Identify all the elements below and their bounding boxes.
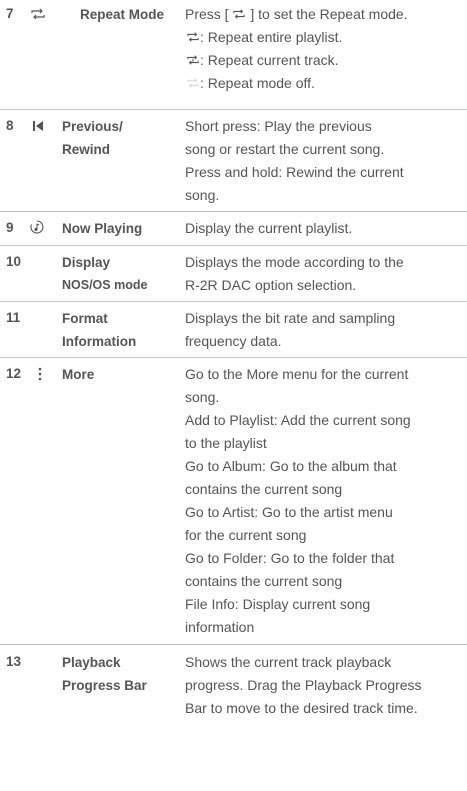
row-description: Displays the mode according to the R-2R … bbox=[185, 254, 404, 293]
row-description: Displays the bit rate and sampling frequ… bbox=[185, 310, 396, 349]
row-name: Playback Progress Bar bbox=[62, 655, 147, 693]
row-name: Repeat Mode bbox=[80, 7, 165, 22]
table-row-12: 12 More Go to the More menu for the curr… bbox=[0, 358, 467, 645]
table-row-9: 9 Now Playing Display the current playli… bbox=[0, 212, 467, 246]
more-icon bbox=[38, 367, 42, 381]
row-number: 13 bbox=[6, 654, 22, 669]
repeat-off-icon bbox=[187, 78, 199, 88]
row-description: Press [ ] to set the Repeat mode. : Repe… bbox=[185, 6, 408, 91]
row-description: Shows the current track playback progres… bbox=[185, 654, 422, 716]
row-number: 8 bbox=[6, 118, 14, 133]
repeat-icon bbox=[31, 8, 45, 20]
row-number: 10 bbox=[6, 254, 22, 269]
now-playing-icon bbox=[30, 220, 44, 234]
row-name: Previous/ Rewind bbox=[62, 119, 123, 157]
row-name: Display NOS/OS mode bbox=[62, 255, 148, 292]
row-name: Format Information bbox=[62, 311, 137, 349]
repeat-one-icon bbox=[187, 55, 199, 65]
feature-table: 7 Repeat Mode Press [ ] to set the Repea… bbox=[0, 0, 467, 731]
row-name: More bbox=[62, 367, 95, 382]
table-row-10: 10 Display NOS/OS mode Displays the mode… bbox=[0, 246, 467, 302]
row-description: Display the current playlist. bbox=[185, 220, 353, 236]
row-description: Short press: Play the previous song or r… bbox=[185, 118, 404, 203]
table-row-11: 11 Format Information Displays the bit r… bbox=[0, 302, 467, 358]
repeat-icon bbox=[233, 9, 246, 19]
row-name: Now Playing bbox=[62, 221, 143, 236]
row-description: Go to the More menu for the current song… bbox=[185, 366, 411, 635]
row-number: 11 bbox=[6, 310, 21, 325]
repeat-all-icon bbox=[187, 32, 199, 42]
row-number: 7 bbox=[6, 6, 14, 21]
table-row-8: 8 Previous/ Rewind Short press: Play the… bbox=[0, 110, 467, 212]
row-number: 12 bbox=[6, 366, 22, 381]
previous-icon bbox=[33, 121, 43, 131]
row-number: 9 bbox=[6, 220, 14, 235]
table-row-7: 7 Repeat Mode Press [ ] to set the Repea… bbox=[0, 0, 467, 110]
table-row-13: 13 Playback Progress Bar Shows the curre… bbox=[0, 645, 467, 731]
